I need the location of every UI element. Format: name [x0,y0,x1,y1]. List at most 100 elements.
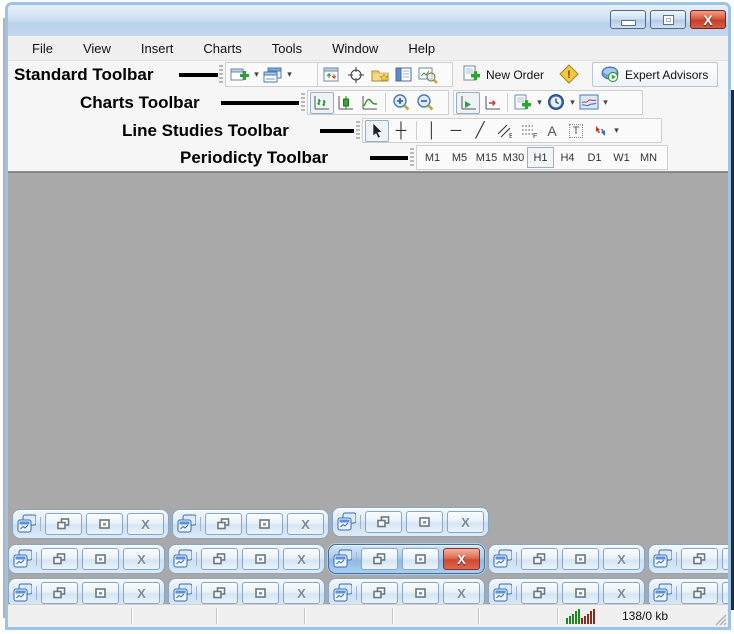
maximize-button[interactable] [246,513,283,535]
menu-tools[interactable]: Tools [258,39,316,58]
close-button[interactable]: X [690,10,726,29]
indicators-dropdown[interactable]: ▾ [535,97,544,108]
period-m5-button[interactable]: M5 [446,147,473,168]
maximize-button[interactable] [82,582,119,604]
close-button[interactable]: X [283,582,320,604]
minimized-chart-window[interactable]: X [648,578,728,604]
maximize-button[interactable] [722,582,728,604]
menu-view[interactable]: View [69,39,125,58]
zoom-out-button[interactable] [413,92,437,114]
zoom-in-button[interactable] [389,92,413,114]
restore-button[interactable] [681,548,718,570]
restore-button[interactable] [45,513,82,535]
minimized-chart-window-active[interactable]: X [328,544,485,574]
maximize-button[interactable] [562,548,599,570]
text-label-button[interactable]: T [564,120,588,142]
close-button[interactable]: X [287,513,324,535]
menu-window[interactable]: Window [318,39,392,58]
crosshair-button[interactable]: ┼ [389,120,413,142]
close-button[interactable]: X [123,548,160,570]
profiles-dropdown[interactable]: ▾ [285,69,294,80]
restore-button[interactable] [41,548,78,570]
restore-button[interactable] [201,548,238,570]
period-m30-button[interactable]: M30 [500,147,527,168]
toolbar-grip[interactable] [219,65,223,85]
templates-button[interactable] [577,92,601,114]
close-button[interactable]: X [603,548,640,570]
arrows-dropdown[interactable]: ▾ [612,125,621,136]
restore-button[interactable] [41,582,78,604]
trendline-button[interactable]: ╱ [468,120,492,142]
maximize-button[interactable] [722,548,728,570]
minimized-chart-window[interactable]: X [332,507,489,537]
text-button[interactable]: A [540,120,564,142]
menu-help[interactable]: Help [394,39,449,58]
close-button[interactable]: X [127,513,164,535]
maximize-button[interactable] [242,582,279,604]
minimized-chart-window[interactable]: X [8,578,165,604]
equidistant-channel-button[interactable]: E [492,120,516,142]
maximize-button[interactable] [650,10,686,29]
periods-button[interactable] [544,92,568,114]
minimized-chart-window[interactable]: X [488,578,645,604]
bar-chart-button[interactable] [310,92,334,114]
expert-advisors-toggle[interactable]: Expert Advisors [592,62,718,87]
cursor-button[interactable] [365,120,389,142]
fibonacci-button[interactable]: F [516,120,540,142]
profiles-button[interactable] [261,64,285,86]
close-button[interactable]: X [443,548,480,570]
minimized-chart-window[interactable]: X [8,544,165,574]
minimize-button[interactable] [610,10,646,29]
period-mn-button[interactable]: MN [635,147,662,168]
new-order-label[interactable]: New Order [486,68,544,82]
period-m15-button[interactable]: M15 [473,147,500,168]
minimized-chart-window[interactable]: X [328,578,485,604]
maximize-button[interactable] [86,513,123,535]
minimized-chart-window[interactable]: X [172,509,329,539]
close-button[interactable]: X [283,548,320,570]
auto-scroll-button[interactable] [456,92,480,114]
data-window-button[interactable] [344,64,368,86]
restore-button[interactable] [365,511,402,533]
minimized-chart-window[interactable]: X [12,509,169,539]
maximize-button[interactable] [402,548,439,570]
close-button[interactable]: X [603,582,640,604]
minimized-chart-window[interactable]: X [168,578,325,604]
restore-button[interactable] [521,582,558,604]
restore-button[interactable] [361,582,398,604]
minimized-chart-window[interactable]: X [648,544,728,574]
resize-grip[interactable] [713,612,727,626]
templates-dropdown[interactable]: ▾ [601,97,610,108]
restore-button[interactable] [205,513,242,535]
vertical-line-button[interactable]: │ [420,120,444,142]
toolbar-grip[interactable] [301,93,305,113]
period-w1-button[interactable]: W1 [608,147,635,168]
close-button[interactable]: X [443,582,480,604]
toolbar-grip[interactable] [410,148,414,168]
market-watch-button[interactable] [320,64,344,86]
chart-shift-button[interactable] [480,92,504,114]
toolbar-grip[interactable] [356,121,360,141]
menu-file[interactable]: File [18,39,67,58]
restore-button[interactable] [521,548,558,570]
period-d1-button[interactable]: D1 [581,147,608,168]
strategy-tester-button[interactable] [416,64,440,86]
periods-dropdown[interactable]: ▾ [568,97,577,108]
close-button[interactable]: X [123,582,160,604]
restore-button[interactable] [201,582,238,604]
period-h1-button[interactable]: H1 [527,147,554,168]
indicators-button[interactable] [511,92,535,114]
mql-community-button[interactable]: ! [557,63,581,85]
candlestick-chart-button[interactable] [334,92,358,114]
period-m1-button[interactable]: M1 [419,147,446,168]
arrows-button[interactable] [588,120,612,142]
period-h4-button[interactable]: H4 [554,147,581,168]
maximize-button[interactable] [562,582,599,604]
maximize-button[interactable] [406,511,443,533]
horizontal-line-button[interactable]: ─ [444,120,468,142]
minimized-chart-window[interactable]: X [168,544,325,574]
menu-charts[interactable]: Charts [189,39,255,58]
restore-button[interactable] [361,548,398,570]
terminal-button[interactable] [392,64,416,86]
close-button[interactable]: X [447,511,484,533]
